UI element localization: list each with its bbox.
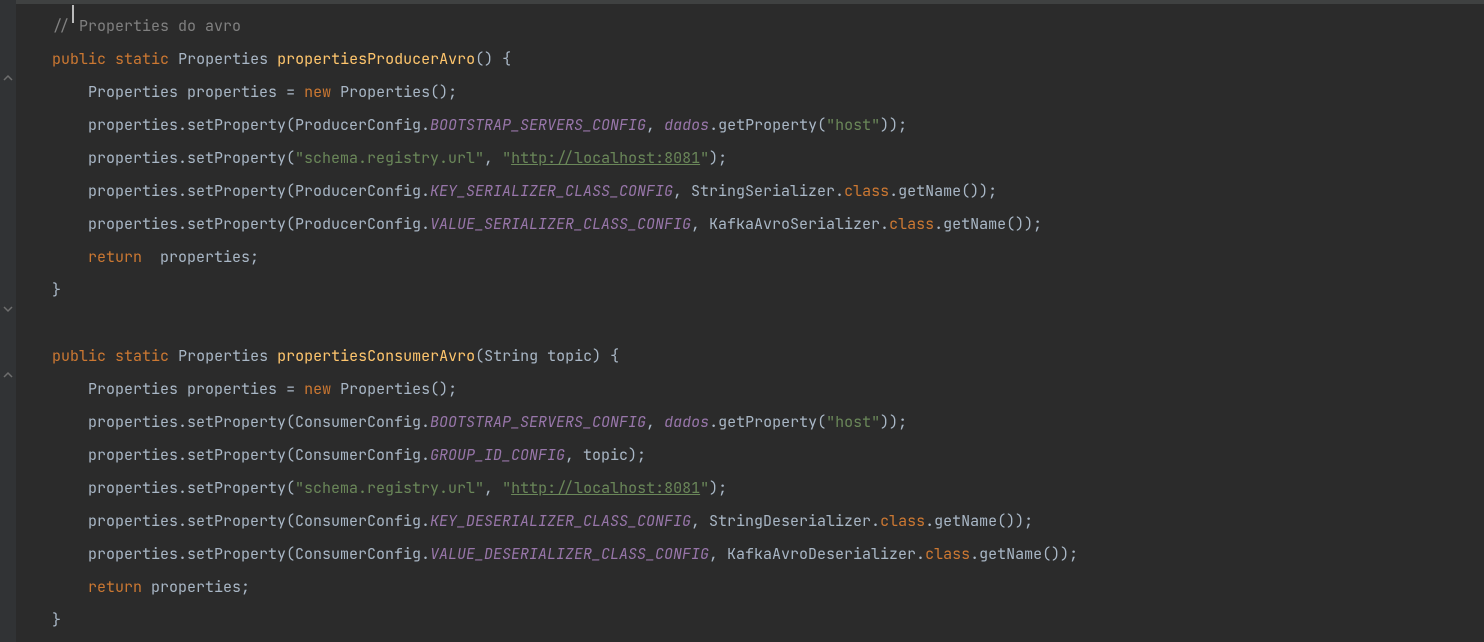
const: VALUE_DESERIALIZER_CLASS_CONFIG [430,544,709,564]
decl-var: properties [187,82,277,102]
override-icon [2,72,14,84]
stmt: properties.setProperty(ConsumerConfig. [88,544,430,564]
const: BOOTSTRAP_SERVERS_CONFIG [430,115,646,135]
close: )); [880,412,907,432]
kw-static: static [115,346,169,366]
code-content[interactable]: // Properties do avro public static Prop… [16,10,1484,637]
quote: " [700,148,709,168]
kw-class: class [925,544,970,564]
brace-open: { [601,346,619,366]
code-editor[interactable]: // Properties do avro public static Prop… [16,0,1484,642]
url-link[interactable]: http://localhost:8081 [511,148,700,168]
stmt: properties.setProperty(ProducerConfig. [88,214,430,234]
method-name: propertiesProducerAvro [277,49,475,69]
str: "schema.registry.url" [295,148,484,168]
str: "schema.registry.url" [295,478,484,498]
return-val: properties; [142,247,259,267]
const: VALUE_SERIALIZER_CLASS_CONFIG [430,214,691,234]
kw-class: class [889,214,934,234]
comma: , [484,148,502,168]
mid: , StringSerializer. [673,181,844,201]
mid: , KafkaAvroSerializer. [691,214,889,234]
close: )); [880,115,907,135]
brace-open: { [493,49,511,69]
quote: " [700,478,709,498]
brace-close: } [52,280,61,300]
params: (String topic) [475,346,601,366]
return-val: properties; [142,577,250,597]
semi: ; [448,379,457,399]
stmt: properties.setProperty(ConsumerConfig. [88,445,430,465]
equals: = [286,379,295,399]
comment: // Properties do avro [52,16,241,36]
tail: .getName()); [889,181,997,201]
field: dados [664,115,709,135]
decl-type: Properties [88,379,178,399]
override-icon [2,369,14,381]
quote: " [502,148,511,168]
comma: , [646,412,664,432]
return-type: Properties [178,49,268,69]
str: "host" [826,412,880,432]
collapse-icon[interactable] [2,303,14,315]
tail: .getName()); [934,214,1042,234]
return-type: Properties [178,346,268,366]
kw-static: static [115,49,169,69]
ctor: Properties() [340,82,448,102]
tail: .getName()); [970,544,1078,564]
ctor: Properties() [340,379,448,399]
url-link[interactable]: http://localhost:8081 [511,478,700,498]
mid: , StringDeserializer. [691,511,880,531]
comma: , [484,478,502,498]
stmt: properties.setProperty( [88,478,295,498]
kw-return: return [88,247,142,267]
close: ); [709,148,727,168]
kw-new: new [304,379,331,399]
const: GROUP_ID_CONFIG [430,445,565,465]
stmt: properties.setProperty(ConsumerConfig. [88,412,430,432]
close: ); [709,478,727,498]
equals: = [286,82,295,102]
editor-top-border [16,0,1484,4]
kw-class: class [844,181,889,201]
const: KEY_DESERIALIZER_CLASS_CONFIG [430,511,691,531]
semi: ; [448,82,457,102]
kw-public: public [52,346,106,366]
kw-class: class [880,511,925,531]
quote: " [502,478,511,498]
tail: .getProperty( [709,115,826,135]
stmt: properties.setProperty( [88,148,295,168]
comma: , [646,115,664,135]
brace-close: } [52,610,61,630]
kw-new: new [304,82,331,102]
mid: , KafkaAvroDeserializer. [709,544,925,564]
stmt: properties.setProperty(ProducerConfig. [88,181,430,201]
editor-gutter [0,0,16,642]
decl-var: properties [187,379,277,399]
params: () [475,49,493,69]
const: BOOTSTRAP_SERVERS_CONFIG [430,412,646,432]
kw-public: public [52,49,106,69]
field: dados [664,412,709,432]
tail: .getName()); [925,511,1033,531]
text-caret [72,5,74,23]
method-name: propertiesConsumerAvro [277,346,475,366]
tail: , topic); [565,445,646,465]
kw-return: return [88,577,142,597]
stmt: properties.setProperty(ProducerConfig. [88,115,430,135]
decl-type: Properties [88,82,178,102]
tail: .getProperty( [709,412,826,432]
stmt: properties.setProperty(ConsumerConfig. [88,511,430,531]
const: KEY_SERIALIZER_CLASS_CONFIG [430,181,673,201]
str: "host" [826,115,880,135]
